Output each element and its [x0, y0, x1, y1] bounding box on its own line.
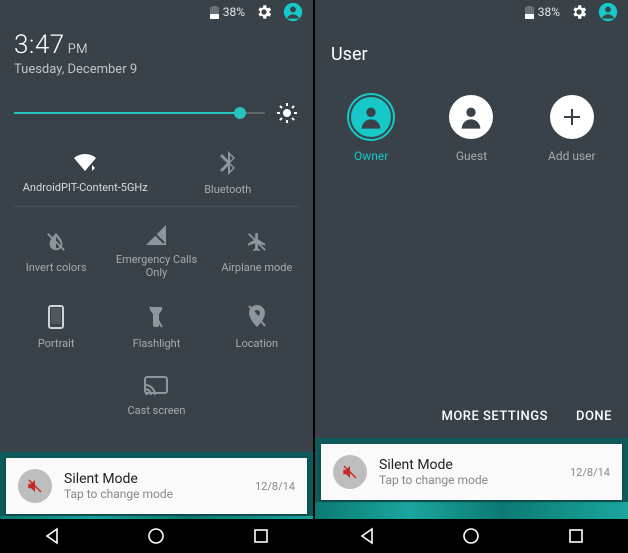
guest-avatar-icon [449, 95, 493, 139]
date: Tuesday, December 9 [14, 62, 299, 77]
more-settings-button[interactable]: MORE SETTINGS [441, 409, 548, 424]
qs-grid: Invert colors Emergency Calls Only Airpl… [0, 211, 313, 433]
notification-icon [333, 455, 367, 489]
user-switcher-shade: 38% User Owner Guest [315, 0, 628, 438]
signal-label: Emergency Calls Only [106, 253, 206, 279]
cast-label: Cast screen [128, 404, 186, 417]
user-guest[interactable]: Guest [421, 95, 521, 163]
time: 3:47PM [14, 30, 299, 60]
left-phone: 38% 3:47PM Tuesday, December 9 [0, 0, 313, 553]
home-button[interactable] [461, 526, 481, 546]
done-button[interactable]: DONE [576, 409, 612, 424]
battery-indicator: 38% [525, 5, 560, 19]
qs-row1: AndroidPIT-Content-5GHz Bluetooth [14, 143, 299, 207]
clock-block: 3:47PM Tuesday, December 9 [0, 24, 313, 87]
airplane-label: Airplane mode [221, 261, 292, 274]
location-label: Location [236, 337, 279, 350]
battery-pct: 38% [223, 5, 245, 19]
status-bar: 38% [0, 0, 313, 24]
recents-button[interactable] [566, 526, 586, 546]
nav-bar [315, 519, 628, 553]
notification-date: 12/8/14 [255, 480, 295, 493]
bluetooth-tile[interactable]: Bluetooth [157, 143, 300, 206]
battery-pct: 38% [538, 5, 560, 19]
invert-colors-tile[interactable]: Invert colors [6, 211, 106, 291]
status-bar: 38% [315, 0, 628, 24]
back-button[interactable] [42, 526, 62, 546]
location-tile[interactable]: Location [207, 291, 307, 362]
owner-label: Owner [354, 149, 388, 163]
flashlight-label: Flashlight [133, 337, 181, 350]
back-button[interactable] [357, 526, 377, 546]
recents-button[interactable] [251, 526, 271, 546]
battery-indicator: 38% [210, 5, 245, 19]
notification-subtitle: Tap to change mode [379, 473, 558, 487]
brightness-slider[interactable] [14, 112, 265, 114]
user-avatar-icon[interactable] [598, 2, 618, 22]
wifi-label: AndroidPIT-Content-5GHz [23, 181, 148, 194]
settings-gear-icon[interactable] [570, 3, 588, 21]
brightness-row [0, 87, 313, 143]
add-user-icon [550, 95, 594, 139]
guest-label: Guest [456, 149, 487, 163]
notification-icon [18, 469, 52, 503]
invert-label: Invert colors [26, 261, 87, 274]
right-phone: 38% User Owner Guest [315, 0, 628, 553]
nav-bar [0, 519, 313, 553]
signal-tile[interactable]: Emergency Calls Only [106, 211, 206, 291]
notification-subtitle: Tap to change mode [64, 487, 243, 501]
airplane-tile[interactable]: Airplane mode [207, 211, 307, 291]
notification-title: Silent Mode [379, 457, 558, 473]
wifi-tile[interactable]: AndroidPIT-Content-5GHz [14, 143, 157, 206]
time-value: 3:47 [14, 30, 65, 60]
notification-date: 12/8/14 [570, 466, 610, 479]
notification-text: Silent Mode Tap to change mode [64, 471, 243, 501]
quick-settings-shade: 38% 3:47PM Tuesday, December 9 [0, 0, 313, 452]
time-ampm: PM [68, 42, 88, 57]
owner-avatar-icon [349, 95, 393, 139]
user-header: User [315, 24, 628, 83]
user-footer: MORE SETTINGS DONE [441, 409, 612, 424]
add-user-label: Add user [548, 149, 596, 163]
cast-tile[interactable]: Cast screen [106, 362, 206, 429]
notification-title: Silent Mode [64, 471, 243, 487]
settings-gear-icon[interactable] [255, 3, 273, 21]
user-list: Owner Guest Add user [315, 83, 628, 175]
portrait-label: Portrait [38, 337, 75, 350]
brightness-gear-icon[interactable] [275, 101, 299, 125]
home-button[interactable] [146, 526, 166, 546]
user-owner[interactable]: Owner [321, 95, 421, 163]
notification[interactable]: Silent Mode Tap to change mode 12/8/14 [6, 458, 307, 514]
user-add[interactable]: Add user [522, 95, 622, 163]
user-avatar-icon[interactable] [283, 2, 303, 22]
portrait-tile[interactable]: Portrait [6, 291, 106, 362]
notification[interactable]: Silent Mode Tap to change mode 12/8/14 [321, 444, 622, 500]
notification-text: Silent Mode Tap to change mode [379, 457, 558, 487]
flashlight-tile[interactable]: Flashlight [106, 291, 206, 362]
bluetooth-label: Bluetooth [204, 183, 251, 196]
